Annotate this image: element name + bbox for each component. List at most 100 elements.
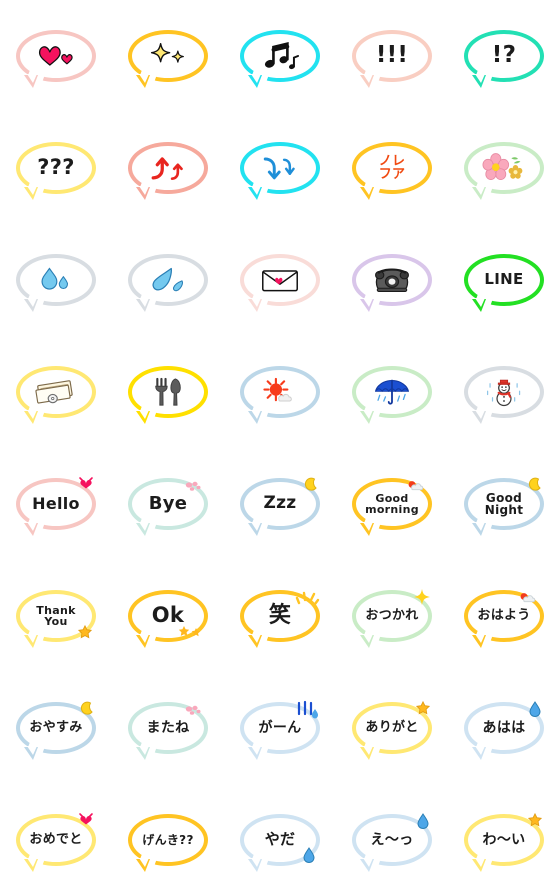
bubble-content: Good Night (468, 482, 540, 526)
speech-bubble-fufu-laugh[interactable]: ノレ フア (353, 143, 431, 200)
sticker-cell-matane[interactable]: またね (112, 672, 224, 784)
bubble-tail-inner (139, 298, 149, 307)
sticker-cell-down-arrows[interactable] (224, 112, 336, 224)
sticker-cell-flower[interactable] (448, 112, 560, 224)
sticker-cell-snowman[interactable] (448, 336, 560, 448)
sticker-cell-cutlery[interactable] (112, 336, 224, 448)
speech-bubble-genki[interactable]: げんき?? (129, 815, 207, 872)
speech-bubble-gaan-shock[interactable]: がーん (241, 700, 319, 760)
sticker-cell-warai-laugh[interactable]: 笑 (224, 560, 336, 672)
bubble-tail-inner (363, 298, 373, 307)
sticker-cell-water-drops[interactable] (0, 224, 112, 336)
speech-bubble-music-notes[interactable] (241, 31, 319, 88)
speech-bubble-eeh[interactable]: え〜っ (353, 813, 431, 872)
speech-bubble-wai[interactable]: わ〜い (465, 812, 543, 872)
sticker-cell-genki[interactable]: げんき?? (112, 784, 224, 896)
speech-bubble-questions[interactable]: ??? (17, 143, 95, 200)
speech-bubble-bye[interactable]: Bye (129, 479, 207, 536)
speech-bubble-exclamations[interactable]: !!! (353, 31, 431, 88)
speech-bubble-otsukare[interactable]: おつかれ (353, 589, 431, 648)
bubble-tail-inner (251, 410, 261, 419)
speech-bubble-up-arrows[interactable] (129, 143, 207, 200)
speech-bubble-arigato[interactable]: ありがと (353, 700, 431, 760)
bubble-content: またね (132, 706, 204, 750)
sticker-cell-bye[interactable]: Bye (112, 448, 224, 560)
sticker-cell-omedeto[interactable]: おめでと (0, 784, 112, 896)
sticker-cell-sunny[interactable] (224, 336, 336, 448)
sticker-cell-otsukare[interactable]: おつかれ (336, 560, 448, 672)
speech-bubble-good-morning[interactable]: Good morning (353, 479, 431, 536)
sticker-cell-mail[interactable] (224, 224, 336, 336)
bubble-text-genki: げんき?? (142, 832, 194, 847)
speech-bubble-ok[interactable]: Ok (129, 591, 207, 648)
sticker-cell-splash-drop[interactable] (112, 224, 224, 336)
speech-bubble-ohayou[interactable]: おはよう (465, 591, 543, 648)
sticker-cell-line-logo[interactable]: LINE (448, 224, 560, 336)
bubble-tail-inner (475, 858, 485, 867)
sticker-cell-money[interactable] (0, 336, 112, 448)
speech-bubble-rainy[interactable] (353, 367, 431, 424)
speech-bubble-ahaha[interactable]: あはは (465, 701, 543, 760)
sticker-cell-yada[interactable]: やだ (224, 784, 336, 896)
bubble-content: あはは (468, 706, 540, 750)
sticker-cell-thank-you[interactable]: Thank You (0, 560, 112, 672)
speech-bubble-sunny[interactable] (241, 367, 319, 424)
sticker-cell-questions[interactable]: ??? (0, 112, 112, 224)
speech-bubble-flower[interactable] (465, 143, 543, 200)
speech-bubble-warai-laugh[interactable]: 笑 (241, 591, 320, 648)
bubble-text-questions: ??? (37, 155, 75, 180)
bubble-tail-inner (139, 186, 149, 195)
speech-bubble-mail[interactable] (241, 255, 319, 312)
sticker-cell-oyasumi[interactable]: おやすみ (0, 672, 112, 784)
sticker-cell-music-notes[interactable] (224, 0, 336, 112)
speech-bubble-cutlery[interactable] (129, 367, 207, 424)
bubble-content: がーん (244, 706, 316, 750)
speech-bubble-good-night[interactable]: Good Night (465, 477, 543, 536)
speech-bubble-thank-you[interactable]: Thank You (17, 591, 95, 648)
speech-bubble-telephone[interactable] (353, 255, 431, 312)
sticker-cell-telephone[interactable] (336, 224, 448, 336)
speech-bubble-matane[interactable]: またね (129, 703, 207, 760)
bubble-text-line-logo: LINE (484, 270, 524, 289)
sticker-cell-ok[interactable]: Ok (112, 560, 224, 672)
sticker-cell-fufu-laugh[interactable]: ノレ フア (336, 112, 448, 224)
sun-icon (260, 377, 301, 406)
speech-bubble-water-drops[interactable] (17, 255, 95, 312)
sticker-cell-exclamations[interactable]: !!! (336, 0, 448, 112)
umbrella-icon (372, 377, 411, 407)
sticker-cell-sparkle[interactable] (112, 0, 224, 112)
speech-bubble-money[interactable] (17, 367, 95, 424)
sticker-cell-good-night[interactable]: Good Night (448, 448, 560, 560)
sticker-cell-gaan-shock[interactable]: がーん (224, 672, 336, 784)
sticker-cell-up-arrows[interactable] (112, 112, 224, 224)
speech-bubble-hello[interactable]: Hello (17, 477, 95, 536)
speech-bubble-line-logo[interactable]: LINE (465, 255, 543, 312)
speech-bubble-splash-drop[interactable] (129, 255, 207, 312)
sticker-cell-zzz[interactable]: Zzz (224, 448, 336, 560)
speech-bubble-oyasumi[interactable]: おやすみ (17, 701, 95, 760)
sticker-cell-ahaha[interactable]: あはは (448, 672, 560, 784)
sticker-cell-interrobang[interactable]: !? (448, 0, 560, 112)
sticker-cell-eeh[interactable]: え〜っ (336, 784, 448, 896)
speech-bubble-omedeto[interactable]: おめでと (17, 813, 95, 872)
speech-bubble-hearts[interactable] (17, 31, 95, 88)
bubble-text-ahaha: あはは (482, 719, 526, 736)
sticker-cell-rainy[interactable] (336, 336, 448, 448)
bubble-content (468, 146, 540, 190)
speech-bubble-zzz[interactable]: Zzz (241, 477, 319, 536)
up-arrow-icon (148, 155, 187, 181)
sticker-cell-ohayou[interactable]: おはよう (448, 560, 560, 672)
sticker-cell-hearts[interactable] (0, 0, 112, 112)
speech-bubble-snowman[interactable] (465, 367, 543, 424)
bubble-tail-inner (27, 186, 37, 195)
sticker-cell-wai[interactable]: わ〜い (448, 784, 560, 896)
speech-bubble-yada[interactable]: やだ (241, 815, 319, 872)
sticker-cell-hello[interactable]: Hello (0, 448, 112, 560)
bubble-content (244, 146, 316, 190)
sticker-cell-arigato[interactable]: ありがと (336, 672, 448, 784)
speech-bubble-down-arrows[interactable] (241, 143, 319, 200)
sticker-cell-good-morning[interactable]: Good morning (336, 448, 448, 560)
bubble-content (132, 370, 204, 414)
speech-bubble-sparkle[interactable] (129, 31, 207, 88)
speech-bubble-interrobang[interactable]: !? (465, 31, 543, 88)
